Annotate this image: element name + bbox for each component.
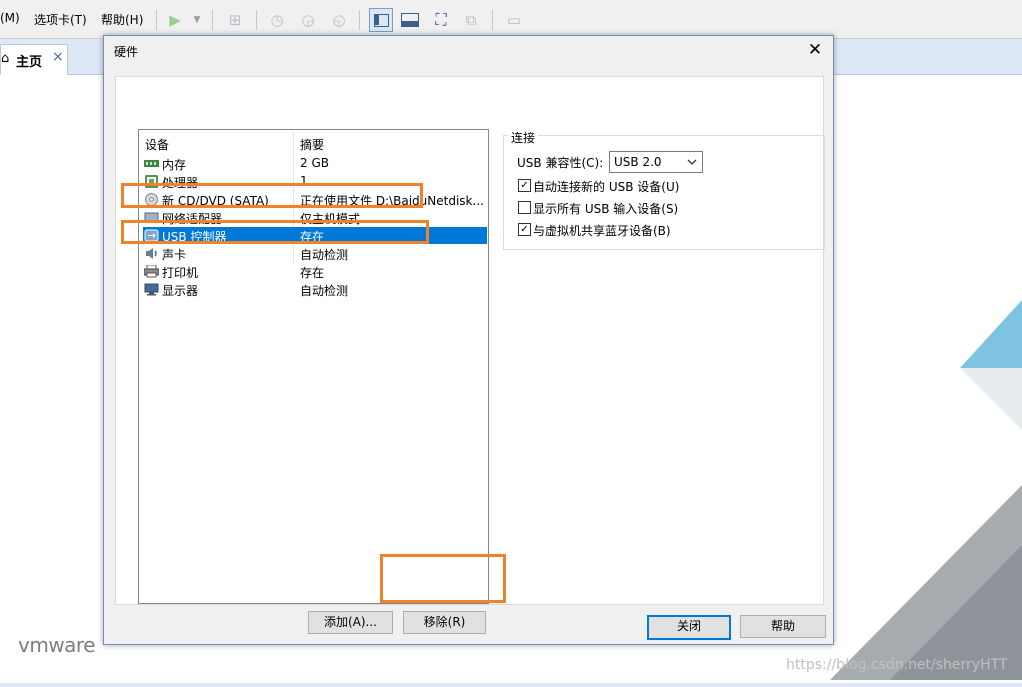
sidebar-toggle-button[interactable] [369,8,393,32]
menu-item-vm[interactable]: (M) [0,11,20,25]
menu-item-tabs[interactable]: 选项卡(T) [34,11,87,28]
network-icon[interactable]: ⊞ [224,9,246,31]
device-row-printer[interactable]: 打印机 存在 [143,263,487,280]
usb-compat-value: USB 2.0 [614,155,662,169]
toolbar-separator [492,10,493,30]
chevron-down-icon [687,159,697,165]
device-row-display[interactable]: 显示器 自动检测 [143,281,487,298]
thumbnail-bar-icon[interactable] [401,13,419,27]
device-summary: 自动检测 [300,284,349,298]
vmware-background-graphic [830,300,1022,680]
device-name: 声卡 [162,248,187,262]
play-dropdown-icon[interactable]: ▼ [186,9,208,31]
tab-home[interactable]: ⌂ 主页 × [0,44,68,75]
toolbar-separator [212,10,213,30]
vmware-logo: vmware [18,633,96,657]
display-icon [144,283,159,296]
toolbar-separator [256,10,257,30]
home-icon: ⌂ [1,51,10,66]
connection-group-legend: 连接 [508,129,539,146]
dialog-close-icon[interactable]: ✕ [803,38,827,62]
device-name: 显示器 [162,284,199,298]
dialog-content-panel: 设备 摘要 内存 2 GB 处理器 1 新 CD/DVD (SATA) 正在使用… [115,76,825,634]
tab-home-label: 主页 [16,55,43,70]
column-header-device[interactable]: 设备 [145,136,169,153]
console-view-icon[interactable]: ▭ [503,9,525,31]
memory-icon [144,160,159,167]
auto-connect-label: 自动连接新的 USB 设备(U) [533,180,680,194]
tab-close-icon[interactable]: × [52,49,64,65]
play-icon[interactable]: ▶ [164,9,186,31]
close-button[interactable]: 关闭 [647,615,731,640]
show-all-usb-label: 显示所有 USB 输入设备(S) [533,202,679,216]
checkbox-unchecked-icon [518,201,531,214]
printer-icon [144,265,159,278]
status-strip [0,683,1022,687]
device-summary: 2 GB [300,156,329,170]
sound-card-icon [146,248,157,259]
menu-bar: (M) 选项卡(T) 帮助(H) ▶ ▼ ⊞ ◷ ◶ ◵ ⛶ ⧉ ▭ [0,0,1022,39]
highlight-printer [121,220,429,244]
add-button[interactable]: 添加(A)... [308,611,393,634]
device-summary: 存在 [300,266,325,280]
device-name: 内存 [162,158,187,172]
dialog-title: 硬件 [114,45,139,59]
fullscreen-icon[interactable]: ⛶ [430,9,452,31]
menu-item-help[interactable]: 帮助(H) [101,11,143,28]
snapshot-icon[interactable]: ◷ [266,9,288,31]
snapshot-manager-icon[interactable]: ◵ [328,9,350,31]
device-summary: 自动检测 [300,248,349,262]
highlight-usb-controller [121,183,423,208]
usb-compat-select[interactable]: USB 2.0 [609,151,703,173]
unity-icon[interactable]: ⧉ [460,9,482,31]
remove-button[interactable]: 移除(R) [403,611,486,634]
hardware-dialog: 硬件 ✕ 设备 摘要 内存 2 GB 处理器 1 新 CD/DVD (SATA)… [103,35,834,645]
device-row-memory[interactable]: 内存 2 GB [143,155,487,172]
device-row-sound-card[interactable]: 声卡 自动检测 [143,245,487,262]
usb-compat-label: USB 兼容性(C): [517,156,604,170]
highlight-remove-button [380,554,506,603]
toolbar-separator [359,10,360,30]
toolbar-separator [156,10,157,30]
url-watermark: https://blog.csdn.net/sherryHTT [786,657,1008,673]
share-bluetooth-label: 与虚拟机共享蓝牙设备(B) [533,224,671,238]
checkbox-checked-icon: ✓ [518,223,531,236]
device-name: 打印机 [162,266,199,280]
snapshot-revert-icon[interactable]: ◶ [297,9,319,31]
column-header-summary[interactable]: 摘要 [300,136,324,153]
help-button[interactable]: 帮助 [740,615,826,638]
checkbox-checked-icon: ✓ [518,179,531,192]
